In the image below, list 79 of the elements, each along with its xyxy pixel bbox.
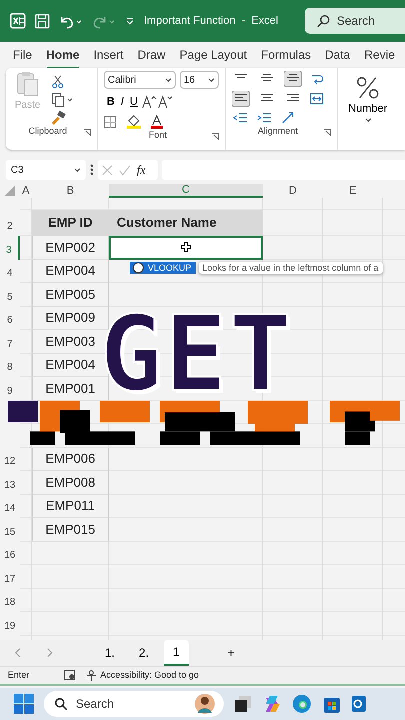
save-icon[interactable] xyxy=(35,14,50,28)
table-cell: EMP009 xyxy=(32,306,109,330)
sheet-tab[interactable]: 1 xyxy=(164,640,189,666)
increase-indent-icon[interactable] xyxy=(256,112,272,124)
chevron-down-icon xyxy=(74,168,81,172)
task-view-icon[interactable] xyxy=(234,695,252,713)
group-label: Clipboard xyxy=(28,125,68,138)
table-cell: EMP015 xyxy=(32,518,109,542)
autocomplete-item[interactable]: VLOOKUP xyxy=(130,262,196,274)
add-sheet-button[interactable]: + xyxy=(218,641,244,665)
column-header[interactable]: C xyxy=(109,184,263,198)
fill-color-icon[interactable] xyxy=(126,115,142,129)
person-icon xyxy=(194,693,216,715)
group-label: Alignment xyxy=(256,125,300,138)
align-left-icon[interactable] xyxy=(232,91,250,107)
table-cell: EMP006 xyxy=(32,448,109,471)
search-icon xyxy=(317,15,330,28)
clipboard-icon xyxy=(16,71,39,97)
font-size-field[interactable]: 16 xyxy=(180,71,219,89)
italic-button[interactable]: I xyxy=(118,93,128,111)
merge-cells-icon[interactable] xyxy=(310,92,324,106)
decrease-indent-icon[interactable] xyxy=(232,112,248,124)
table-header: Customer Name xyxy=(109,210,263,236)
function-icon xyxy=(132,262,145,274)
ribbon-tab[interactable]: Draw xyxy=(130,44,173,66)
sheet-tab[interactable]: 2. xyxy=(130,641,158,665)
table-cell: EMP004 xyxy=(32,260,109,283)
underline-button[interactable]: U xyxy=(127,93,141,111)
format-painter-icon[interactable] xyxy=(52,111,66,125)
table-header: EMP ID xyxy=(32,210,109,236)
sheet-tab[interactable]: 1. xyxy=(96,641,124,665)
excel-logo-icon xyxy=(10,13,26,29)
shrink-font-icon[interactable] xyxy=(156,95,173,109)
more-options-icon[interactable] xyxy=(90,164,94,176)
mail-app-icon[interactable] xyxy=(352,694,366,714)
search-icon xyxy=(55,698,68,711)
ribbon-tab[interactable]: Home xyxy=(39,44,87,66)
copy-icon[interactable] xyxy=(52,93,74,107)
cut-icon[interactable] xyxy=(52,75,64,89)
borders-icon[interactable] xyxy=(104,116,118,128)
start-icon[interactable] xyxy=(14,694,34,714)
name-box[interactable]: C3 xyxy=(6,160,86,180)
accessibility-status[interactable]: Accessibility: Good to go xyxy=(86,668,200,682)
plus-cursor-icon xyxy=(180,242,192,254)
status-mode: Enter xyxy=(8,668,30,682)
font-color-icon[interactable] xyxy=(150,115,164,129)
grow-font-icon[interactable] xyxy=(140,95,157,109)
table-cell: EMP005 xyxy=(32,283,109,306)
table-cell: EMP011 xyxy=(32,494,109,518)
ribbon-tab[interactable]: Insert xyxy=(86,44,131,66)
group-label: Font xyxy=(148,129,168,142)
chevron-down-icon xyxy=(208,78,215,82)
ribbon-tab[interactable]: Revie xyxy=(357,44,402,66)
insert-function-button[interactable]: fx xyxy=(137,161,146,179)
chevron-down-icon xyxy=(164,78,172,82)
customize-dropdown-icon[interactable] xyxy=(125,16,135,26)
macro-recording-icon[interactable] xyxy=(64,670,76,681)
ribbon-tab[interactable]: File xyxy=(6,44,40,66)
taskbar-search[interactable]: Search xyxy=(44,691,224,717)
number-format-button[interactable]: Number xyxy=(338,68,398,150)
search-field[interactable]: Search xyxy=(305,8,405,34)
browser-icon[interactable] xyxy=(292,694,312,714)
percent-icon xyxy=(356,76,380,100)
font-name-field[interactable]: Calibri xyxy=(104,71,176,89)
dialog-launcher-icon[interactable] xyxy=(212,133,219,140)
accessibility-icon xyxy=(86,670,97,681)
ribbon-tab[interactable]: Page Layout xyxy=(172,44,254,66)
dialog-launcher-icon[interactable] xyxy=(84,129,91,136)
orientation-icon[interactable] xyxy=(280,111,296,125)
table-cell: EMP008 xyxy=(32,471,109,494)
function-tooltip: Looks for a value in the leftmost column of a xyxy=(198,262,383,274)
ribbon-tab[interactable]: Data xyxy=(318,44,358,66)
selected-cell[interactable] xyxy=(109,236,263,260)
bottom-align-icon[interactable] xyxy=(284,71,302,87)
ribbon-tab[interactable]: Formulas xyxy=(254,44,318,66)
chevron-down-icon xyxy=(364,118,372,123)
bold-button[interactable]: B xyxy=(104,93,118,111)
dialog-launcher-icon[interactable] xyxy=(324,129,331,136)
window-title: Important Function - Excel xyxy=(144,14,278,29)
